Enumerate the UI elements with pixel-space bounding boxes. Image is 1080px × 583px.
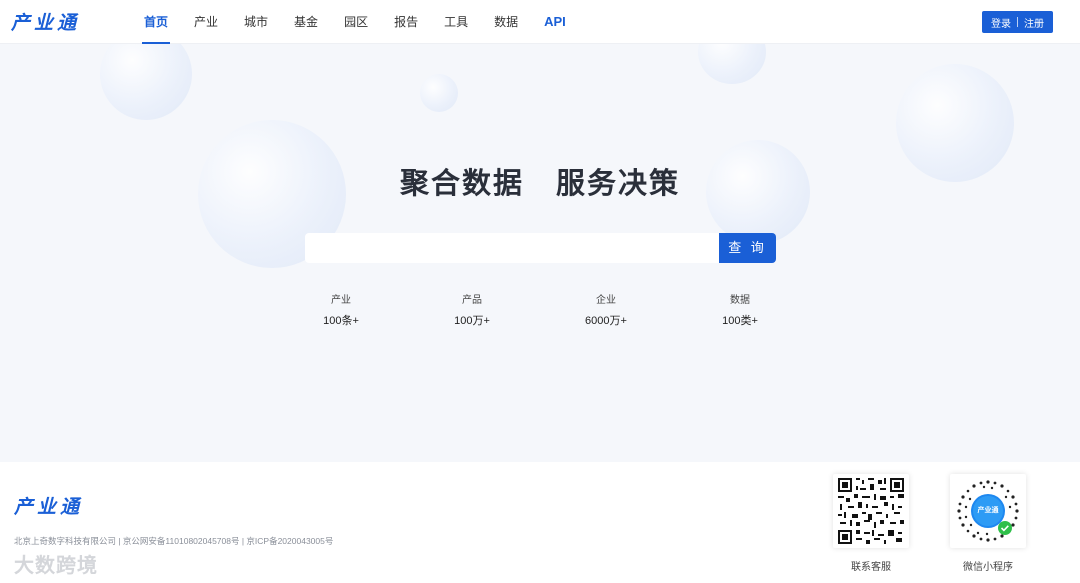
- hero-slogan: 聚合数据 服务决策: [399, 168, 681, 200]
- stat-value: 100万+: [454, 315, 490, 327]
- stat-value: 100条+: [323, 315, 359, 327]
- site-logo[interactable]: 产业通: [11, 8, 80, 35]
- auth-button-group: 登录 注册: [982, 11, 1053, 33]
- miniprogram-qr: 产业通: [950, 474, 1026, 548]
- nav-home[interactable]: 首页: [132, 0, 180, 44]
- nav-industry[interactable]: 产业: [182, 0, 230, 44]
- nav-report[interactable]: 报告: [382, 0, 430, 44]
- stat-value: 6000万+: [585, 315, 627, 327]
- hero-section: 聚合数据 服务决策 查 询 产业 100条+ 产品 100万+ 企业 6000万…: [0, 44, 1080, 462]
- stat-value: 100类+: [722, 315, 758, 327]
- qr-code-icon: [836, 476, 906, 546]
- nav-fund[interactable]: 基金: [282, 0, 330, 44]
- register-button[interactable]: 注册: [1024, 15, 1044, 30]
- nav-tools[interactable]: 工具: [432, 0, 480, 44]
- top-header: 产业通 首页 产业 城市 基金 园区 报告 工具 数据 API 登录 注册: [0, 0, 1080, 44]
- watermark: 大数跨境: [14, 555, 98, 577]
- nav-data[interactable]: 数据: [482, 0, 530, 44]
- stat-label: 产业: [331, 295, 351, 306]
- stat-data: 数据 100类+: [690, 294, 790, 328]
- search-input[interactable]: [305, 233, 721, 263]
- stat-industry: 产业 100条+: [291, 294, 391, 328]
- stat-product: 产品 100万+: [422, 294, 522, 328]
- page-footer: 产业通 北京上奇数字科技有限公司 | 京公网安备11010802045708号 …: [0, 462, 1080, 583]
- stat-label: 产品: [462, 295, 482, 306]
- main-nav: 首页 产业 城市 基金 园区 报告 工具 数据 API: [132, 0, 580, 44]
- nav-city[interactable]: 城市: [232, 0, 280, 44]
- decorative-bubble: [100, 44, 192, 120]
- nav-park[interactable]: 园区: [332, 0, 380, 44]
- nav-api[interactable]: API: [532, 0, 578, 44]
- miniprogram-label: 微信小程序: [963, 562, 1013, 573]
- miniprogram-badge: 产业通: [977, 507, 999, 514]
- company-info: 北京上奇数字科技有限公司 | 京公网安备11010802045708号 | 京I…: [14, 536, 334, 546]
- decorative-bubble: [420, 74, 458, 112]
- stat-label: 企业: [596, 295, 616, 306]
- search-button[interactable]: 查 询: [719, 233, 776, 263]
- footer-logo: 产业通: [14, 497, 84, 518]
- stat-label: 数据: [730, 295, 750, 306]
- customer-service-label: 联系客服: [851, 562, 891, 573]
- decorative-bubble: [698, 44, 766, 84]
- customer-service-qr: [833, 474, 909, 548]
- auth-divider: [1017, 17, 1018, 27]
- login-button[interactable]: 登录: [991, 15, 1011, 30]
- stat-enterprise: 企业 6000万+: [556, 294, 656, 328]
